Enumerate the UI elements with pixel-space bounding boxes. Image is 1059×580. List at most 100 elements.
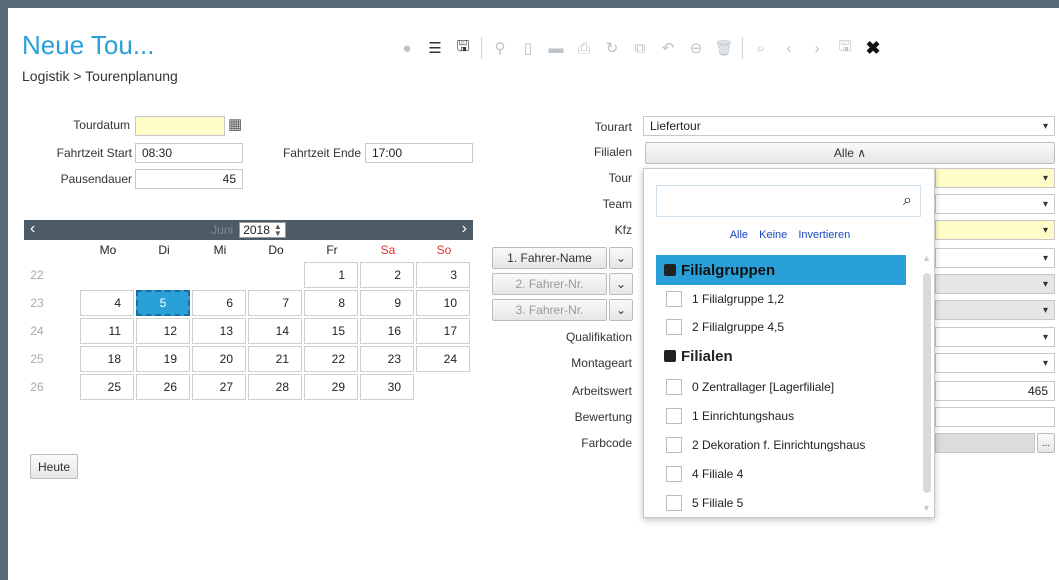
calendar-day[interactable]: 6 bbox=[192, 290, 246, 316]
calendar-day[interactable]: 7 bbox=[248, 290, 302, 316]
calendar-day[interactable]: 1 bbox=[304, 262, 358, 288]
list-item[interactable]: 1 Einrichtungshaus bbox=[666, 402, 794, 430]
list-item[interactable]: 2 Dekoration f. Einrichtungshaus bbox=[666, 431, 865, 459]
checkbox[interactable] bbox=[666, 437, 682, 453]
calendar-day[interactable]: 9 bbox=[360, 290, 414, 316]
calendar-day[interactable]: 21 bbox=[248, 346, 302, 372]
calendar-day[interactable]: 12 bbox=[136, 318, 190, 344]
calendar-day[interactable]: 2 bbox=[360, 262, 414, 288]
save-export-icon[interactable]: 🖫 bbox=[449, 36, 477, 60]
dropdown-search-input[interactable]: ⌕ bbox=[656, 185, 921, 217]
group-header-filialgruppen[interactable]: Filialgruppen bbox=[656, 255, 906, 285]
checkbox[interactable] bbox=[666, 291, 682, 307]
list-item[interactable]: 5 Filiale 5 bbox=[666, 489, 743, 517]
scroll-down-icon[interactable]: ▼ bbox=[922, 503, 931, 513]
calendar-day[interactable]: 25 bbox=[80, 374, 134, 400]
list-icon[interactable]: ☰ bbox=[421, 36, 449, 60]
list-item[interactable]: 4 Filiale 4 bbox=[666, 460, 743, 488]
list-item[interactable]: 1 Filialgruppe 1,2 bbox=[666, 285, 784, 313]
close-icon[interactable]: ✖ bbox=[859, 36, 887, 60]
fahrer2-select[interactable]: ▾ bbox=[935, 274, 1055, 294]
calendar-day[interactable]: 11 bbox=[80, 318, 134, 344]
prev-icon[interactable]: ‹ bbox=[775, 36, 803, 60]
qualifikation-select[interactable]: ▾ bbox=[935, 327, 1055, 347]
kfz-select[interactable]: ▾ bbox=[935, 220, 1055, 240]
calendar-day[interactable]: 19 bbox=[136, 346, 190, 372]
save-icon[interactable]: 🖫 bbox=[831, 36, 859, 60]
scroll-up-icon[interactable]: ▲ bbox=[922, 253, 931, 263]
calendar-day[interactable]: 5 bbox=[136, 290, 190, 316]
scrollbar[interactable]: ▲ ▼ bbox=[920, 253, 934, 513]
checkbox[interactable] bbox=[666, 319, 682, 335]
search-icon[interactable]: ⌕ bbox=[747, 36, 775, 60]
invert-selection-link[interactable]: Invertieren bbox=[798, 229, 850, 241]
next-icon[interactable]: › bbox=[803, 36, 831, 60]
calendar-day[interactable]: 14 bbox=[248, 318, 302, 344]
calendar-day[interactable]: 4 bbox=[80, 290, 134, 316]
select-all-link[interactable]: Alle bbox=[730, 229, 748, 241]
group-header-filialen[interactable]: Filialen bbox=[656, 341, 906, 371]
tour-select[interactable]: ▾ bbox=[935, 168, 1055, 188]
calendar-day[interactable]: 22 bbox=[304, 346, 358, 372]
calendar-day[interactable]: 26 bbox=[136, 374, 190, 400]
select-none-link[interactable]: Keine bbox=[759, 229, 787, 241]
calendar-day[interactable]: 15 bbox=[304, 318, 358, 344]
pausendauer-input[interactable]: 45 bbox=[135, 169, 243, 189]
calendar-day[interactable]: 29 bbox=[304, 374, 358, 400]
fahrer1-button[interactable]: 1. Fahrer-Name bbox=[492, 247, 607, 269]
chat-icon[interactable]: ● bbox=[393, 36, 421, 60]
calendar-day[interactable]: 10 bbox=[416, 290, 470, 316]
montageart-select[interactable]: ▾ bbox=[935, 353, 1055, 373]
checkbox[interactable] bbox=[666, 408, 682, 424]
calendar-icon[interactable]: ▦ bbox=[228, 115, 242, 133]
calendar-day[interactable]: 24 bbox=[416, 346, 470, 372]
copy-icon[interactable]: ⧉ bbox=[626, 36, 654, 60]
fahrer1-toggle[interactable]: ⌄ bbox=[609, 247, 633, 269]
calendar-day[interactable]: 18 bbox=[80, 346, 134, 372]
fahrer3-button[interactable]: 3. Fahrer-Nr. bbox=[492, 299, 607, 321]
undo-icon[interactable]: ↶ bbox=[654, 36, 682, 60]
calendar-day[interactable]: 13 bbox=[192, 318, 246, 344]
calendar-day[interactable]: 20 bbox=[192, 346, 246, 372]
fahrer1-select[interactable]: ▾ bbox=[935, 248, 1055, 268]
checkbox[interactable] bbox=[666, 379, 682, 395]
calendar-day[interactable]: 3 bbox=[416, 262, 470, 288]
tourdatum-input[interactable] bbox=[135, 116, 225, 136]
calendar-day[interactable]: 28 bbox=[248, 374, 302, 400]
farbcode-picker-button[interactable]: ... bbox=[1037, 433, 1055, 453]
fahrzeit-ende-input[interactable]: 17:00 bbox=[365, 143, 473, 163]
next-month-icon[interactable]: › bbox=[462, 220, 467, 238]
calendar-day[interactable]: 17 bbox=[416, 318, 470, 344]
fahrer2-toggle[interactable]: ⌄ bbox=[609, 273, 633, 295]
spinner-icon[interactable]: ▲ ▼ bbox=[274, 223, 282, 238]
calendar-day[interactable]: 30 bbox=[360, 374, 414, 400]
checkbox[interactable] bbox=[666, 495, 682, 511]
calendar-day[interactable]: 27 bbox=[192, 374, 246, 400]
delete-circle-icon[interactable]: ⊖ bbox=[682, 36, 710, 60]
calendar-day[interactable]: 8 bbox=[304, 290, 358, 316]
today-button[interactable]: Heute bbox=[30, 454, 78, 479]
filialen-dropdown-button[interactable]: Alle ∧ bbox=[645, 142, 1055, 164]
calendar-day[interactable]: 23 bbox=[360, 346, 414, 372]
new-doc-icon[interactable]: ▯ bbox=[514, 36, 542, 60]
year-stepper[interactable]: 2018 ▲ ▼ bbox=[239, 222, 286, 238]
team-select[interactable]: ▾ bbox=[935, 194, 1055, 214]
trash-icon[interactable]: 🗑 bbox=[710, 36, 738, 60]
tourart-select[interactable]: Liefertour ▾ bbox=[643, 116, 1055, 136]
arbeitswert-input[interactable]: 465 bbox=[935, 381, 1055, 401]
farbcode-input[interactable] bbox=[935, 433, 1035, 453]
list-item[interactable]: 0 Zentrallager [Lagerfiliale] bbox=[666, 373, 834, 401]
pin-icon[interactable]: ⚲ bbox=[486, 36, 514, 60]
fahrer3-select[interactable]: ▾ bbox=[935, 300, 1055, 320]
refresh-icon[interactable]: ↻ bbox=[598, 36, 626, 60]
prev-month-icon[interactable]: ‹ bbox=[30, 220, 35, 238]
print-icon[interactable]: ⎙ bbox=[570, 36, 598, 60]
scrollbar-thumb[interactable] bbox=[923, 273, 931, 493]
fahrer3-toggle[interactable]: ⌄ bbox=[609, 299, 633, 321]
fahrer2-button[interactable]: 2. Fahrer-Nr. bbox=[492, 273, 607, 295]
list-item[interactable]: 2 Filialgruppe 4,5 bbox=[666, 313, 784, 341]
checkbox[interactable] bbox=[666, 466, 682, 482]
calendar-day[interactable]: 16 bbox=[360, 318, 414, 344]
folder-icon[interactable]: ▬ bbox=[542, 36, 570, 60]
fahrzeit-start-input[interactable]: 08:30 bbox=[135, 143, 243, 163]
